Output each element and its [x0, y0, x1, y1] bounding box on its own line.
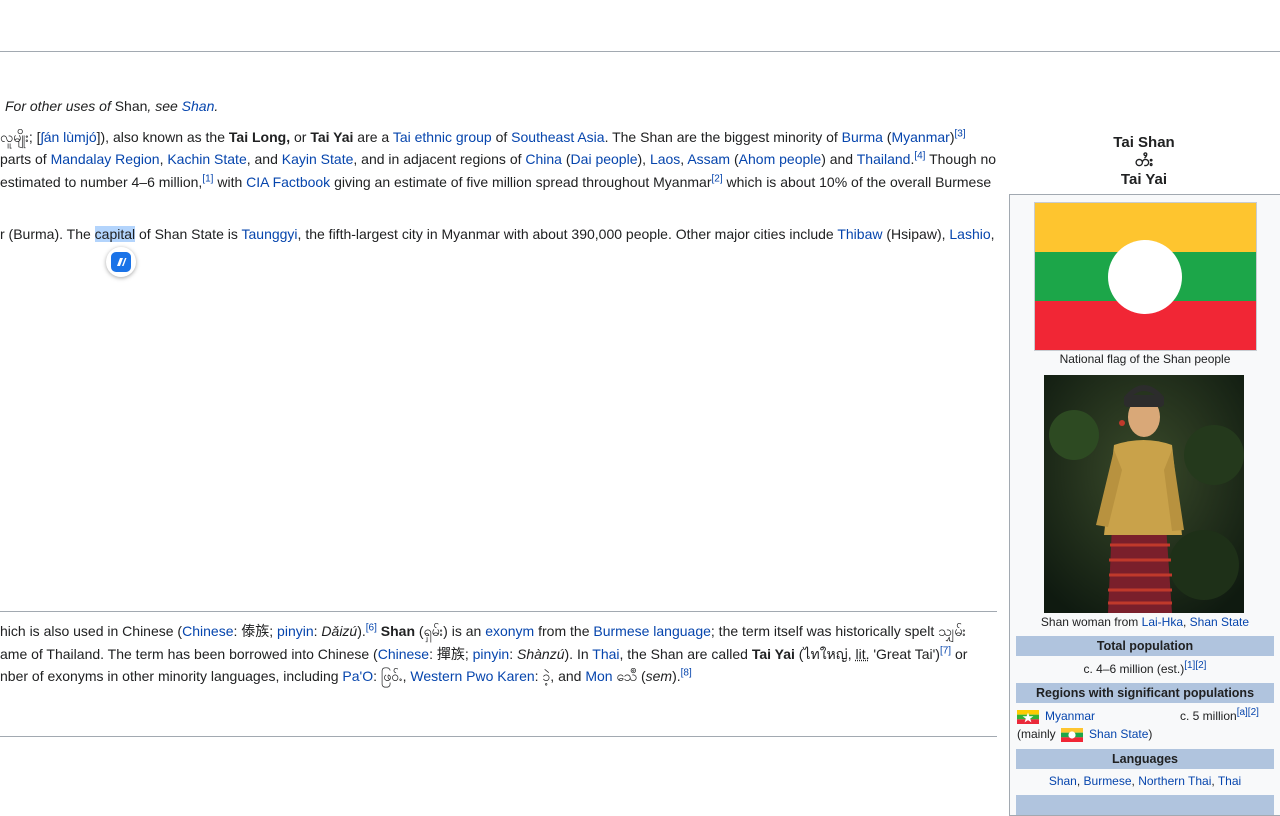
languages-header: Languages [1016, 749, 1274, 769]
photo-caption: Shan woman from Lai-Hka, Shan State [1040, 615, 1250, 629]
shan-woman-photo[interactable] [1044, 375, 1244, 613]
citation-region[interactable]: [a][2] [1237, 707, 1259, 718]
citation-1[interactable]: [1] [202, 173, 213, 184]
link-burma[interactable]: Burma [842, 129, 883, 145]
hatnote-link-shan[interactable]: Shan [182, 98, 215, 114]
link-ahom-people[interactable]: Ahom people [739, 151, 822, 167]
link-lang-burmese[interactable]: Burmese [1084, 774, 1132, 788]
flag-caption: National flag of the Shan people [1059, 352, 1231, 366]
link-tai-ethnic-group[interactable]: Tai ethnic group [393, 129, 492, 145]
section-divider-bottom [0, 736, 997, 737]
link-thailand[interactable]: Thailand [857, 151, 911, 167]
etym-line-1: hich is also used in Chinese (Chinese: 傣… [0, 622, 966, 639]
link-laos[interactable]: Laos [650, 151, 680, 167]
link-lang-shan[interactable]: Shan [1049, 774, 1077, 788]
link-kachin-state[interactable]: Kachin State [167, 151, 246, 167]
link-shan-state-caption[interactable]: Shan State [1190, 615, 1249, 629]
translate-popup-icon [111, 252, 131, 272]
link-pao[interactable]: Pa'O [342, 668, 373, 684]
link-mon[interactable]: Mon [585, 668, 612, 684]
citation-8[interactable]: [8] [681, 667, 692, 678]
link-chinese-2[interactable]: Chinese [378, 646, 429, 662]
link-shan-state-region[interactable]: Shan State [1089, 727, 1148, 741]
total-population-value: c. 4–6 million (est.)[1][2] [1083, 660, 1207, 677]
region-myanmar-value: c. 5 million[a][2] [1180, 707, 1259, 724]
selected-text[interactable]: capital [94, 226, 136, 242]
abbr-literally: lit. [855, 646, 870, 662]
link-thai[interactable]: Thai [592, 646, 619, 662]
etym-line-2: ame of Thailand. The term has been borro… [0, 645, 968, 662]
total-population-header: Total population [1016, 636, 1274, 656]
shan-state-flag-icon [1061, 727, 1084, 742]
link-southeast-asia[interactable]: Southeast Asia [511, 129, 604, 145]
infobox-title: Tai Shan တႆး Tai Yai [1113, 134, 1175, 188]
link-pinyin[interactable]: pinyin [277, 623, 314, 639]
link-burmese-language[interactable]: Burmese language [593, 623, 711, 639]
citation-6[interactable]: [6] [366, 622, 377, 633]
shan-flag-image[interactable] [1034, 202, 1257, 351]
region-myanmar-row: Myanmar [1017, 708, 1095, 724]
languages-list: Shan, Burmese, Northern Thai, Thai [1048, 774, 1242, 788]
infobox: National flag of the Shan people Shan wo… [1009, 194, 1280, 816]
regions-header: Regions with significant populations [1016, 683, 1274, 703]
intro-line-4: r (Burma). The capital of Shan State is … [0, 226, 995, 242]
citation-4[interactable]: [4] [914, 150, 925, 161]
link-lang-northern-thai[interactable]: Northern Thai [1138, 774, 1211, 788]
link-china[interactable]: China [525, 151, 562, 167]
link-dai-people[interactable]: Dai people [571, 151, 638, 167]
link-mandalay-region[interactable]: Mandalay Region [51, 151, 160, 167]
citation-7[interactable]: [7] [940, 645, 951, 656]
intro-line-3: estimated to number 4–6 million,[1] with… [0, 173, 992, 190]
link-myanmar-region[interactable]: Myanmar [1045, 709, 1095, 723]
section-divider-top [0, 611, 997, 612]
myanmar-flag-icon [1017, 709, 1039, 724]
link-western-pwo-karen[interactable]: Western Pwo Karen [410, 668, 534, 684]
intro-line-2: parts of Mandalay Region, Kachin State, … [0, 150, 997, 167]
translate-popup-button[interactable] [106, 247, 136, 277]
link-cia-factbook[interactable]: CIA Factbook [246, 174, 330, 190]
link-pinyin-2[interactable]: pinyin [473, 646, 510, 662]
intro-line-1: လူမျိုး; [ʃán lùmjó]), also known as the… [0, 128, 966, 145]
link-lang-thai[interactable]: Thai [1218, 774, 1241, 788]
ipa-link[interactable]: ʃán lùmjó [41, 129, 97, 145]
citation-3[interactable]: [3] [955, 128, 966, 139]
link-assam[interactable]: Assam [687, 151, 730, 167]
hatnote: For other uses of Shan, see Shan. [5, 98, 219, 114]
link-lashio[interactable]: Lashio [949, 226, 990, 242]
citation-pop[interactable]: [1][2] [1184, 660, 1206, 671]
article-content: For other uses of Shan, see Shan. လူမျို… [0, 0, 1000, 800]
next-section-header [1016, 795, 1274, 815]
etym-line-3: nber of exonyms in other minority langua… [0, 667, 692, 684]
link-exonym[interactable]: exonym [485, 623, 534, 639]
link-lai-hka[interactable]: Lai-Hka [1142, 615, 1183, 629]
link-thibaw[interactable]: Thibaw [837, 226, 882, 242]
link-taunggyi[interactable]: Taunggyi [242, 226, 298, 242]
region-note: (mainly Shan State) [1017, 727, 1153, 742]
link-myanmar[interactable]: Myanmar [891, 129, 949, 145]
citation-2[interactable]: [2] [712, 173, 723, 184]
link-chinese[interactable]: Chinese [182, 623, 233, 639]
link-kayin-state[interactable]: Kayin State [282, 151, 354, 167]
